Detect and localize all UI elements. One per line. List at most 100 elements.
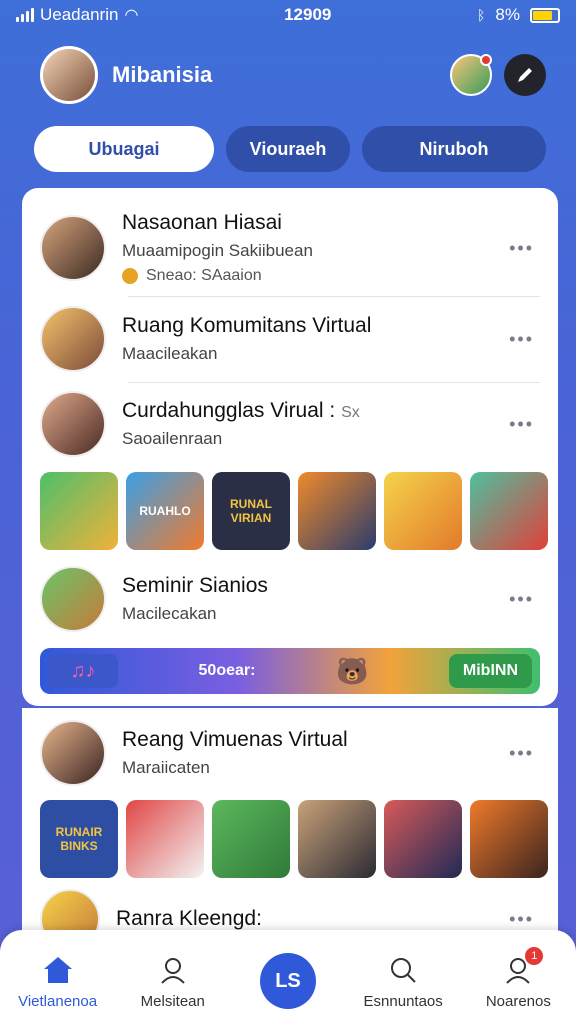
tab-first[interactable]: Ubuagai	[34, 126, 214, 172]
feed-name: Curdahungglas Virual : Sx	[122, 399, 360, 422]
feed-card: Nasaonan Hiasai Muaamipogin Sakiibuean S…	[22, 188, 558, 706]
tab-second[interactable]: Viouraeh	[226, 126, 350, 172]
feed-name: Nasaonan Hiasai	[122, 211, 282, 234]
media-tile[interactable]	[470, 472, 548, 550]
feed-name: Seminir Sianios	[122, 574, 268, 597]
pencil-icon	[518, 68, 532, 82]
media-tile[interactable]	[212, 800, 290, 878]
more-options-icon[interactable]: •••	[509, 589, 534, 610]
home-icon	[41, 953, 75, 987]
signal-icon	[16, 8, 34, 22]
feed-subtitle: Saoailenraan	[122, 429, 223, 448]
media-tile[interactable]: RUNAIR BINKS	[40, 800, 118, 878]
nav-notifications[interactable]: 1 Noarenos	[463, 946, 573, 1010]
coin-icon	[122, 267, 138, 284]
feed-subtitle: Macilecakan	[122, 604, 217, 623]
feed-text: Curdahungglas Virual : Sx Saoailenraan	[122, 399, 558, 449]
feed-item[interactable]: Ruang Komumitans Virtual Maacileakan •••	[22, 304, 558, 374]
feed-avatar	[40, 566, 106, 632]
profile-icon: 1	[501, 946, 544, 987]
tab-bar: Ubuagai Viouraeh Niruboh	[34, 126, 546, 172]
nav-members[interactable]: Melsitean	[118, 953, 228, 1010]
media-tile[interactable]: RUNAL VIRIAN	[212, 472, 290, 550]
nav-label: Esnnuntaos	[363, 992, 443, 1010]
feed-item[interactable]: Nasaonan Hiasai Muaamipogin Sakiibuean S…	[22, 208, 558, 288]
media-strip: RUNAIR BINKS	[40, 800, 558, 878]
more-options-icon[interactable]: •••	[509, 238, 534, 259]
feed-item[interactable]: Seminir Sianios Macilecakan •••	[22, 564, 558, 634]
feed-subtitle: Maraiicaten	[122, 758, 210, 777]
promo-banner[interactable]: ♫♪ 50oear: 🐻 MibINN	[40, 648, 540, 694]
status-right: ᛒ 8%	[477, 5, 560, 25]
search-icon	[386, 953, 420, 987]
media-tile[interactable]	[384, 800, 462, 878]
status-time: 12909	[284, 5, 332, 24]
media-strip: RUAHLO RUNAL VIRIAN	[40, 472, 558, 550]
battery-icon	[530, 7, 560, 23]
wifi-icon: ◠	[124, 7, 139, 24]
feed-meta-text: Sneao: SAaaion	[146, 267, 262, 284]
more-options-icon[interactable]: •••	[509, 743, 534, 764]
more-options-icon[interactable]: •••	[509, 329, 534, 350]
feed-name: Ranra Kleengd:	[116, 907, 262, 930]
media-tile-label: RUNAIR BINKS	[55, 825, 103, 853]
feed-subtitle: Muaamipogin Sakiibuean	[122, 241, 313, 260]
app-title: Mibanisia	[112, 62, 213, 87]
feed-text: Ranra Kleengd:	[116, 907, 558, 931]
nav-home[interactable]: Vietlanenoa	[3, 953, 113, 1010]
nav-search[interactable]: Esnnuntaos	[348, 953, 458, 1010]
media-tile[interactable]	[40, 472, 118, 550]
battery-percent: 8%	[495, 5, 520, 24]
music-notes-icon: ♫♪	[48, 654, 118, 688]
feed-name: Reang Vimuenas Virtual	[122, 728, 348, 751]
notification-badge: 1	[525, 946, 544, 965]
bear-icon: 🐻	[335, 655, 369, 686]
feed-name: Ruang Komumitans Virtual	[122, 314, 372, 337]
feed-avatar	[40, 306, 106, 372]
story-avatar-button[interactable]	[450, 54, 492, 96]
feed-name-extra: Sx	[341, 404, 360, 421]
feed-subtitle: Maacileakan	[122, 344, 218, 363]
media-tile[interactable]	[470, 800, 548, 878]
media-tile[interactable]: RUAHLO	[126, 472, 204, 550]
notification-dot-icon	[480, 54, 492, 66]
banner-button[interactable]: MibINN	[448, 654, 532, 688]
feed-text: Ruang Komumitans Virtual Maacileakan	[122, 314, 558, 364]
center-action-button[interactable]: LS	[259, 953, 316, 1009]
nav-label: Melsitean	[140, 992, 205, 1010]
media-tile[interactable]	[298, 472, 376, 550]
divider	[128, 382, 540, 383]
tab-third[interactable]: Niruboh	[362, 126, 546, 172]
media-tile-label: RUNAL VIRIAN	[230, 497, 272, 525]
feed-text: Seminir Sianios Macilecakan	[122, 574, 558, 624]
media-tile[interactable]	[126, 800, 204, 878]
feed-item[interactable]: Reang Vimuenas Virtual Maraiicaten •••	[22, 718, 558, 788]
profile-avatar[interactable]	[40, 46, 98, 104]
bluetooth-icon: ᛒ	[477, 7, 486, 23]
feed-name-text: Curdahungglas Virual	[122, 399, 324, 422]
feed-text: Reang Vimuenas Virtual Maraiicaten	[122, 728, 558, 778]
edit-button[interactable]	[504, 54, 546, 96]
more-options-icon[interactable]: •••	[509, 414, 534, 435]
feed-card-secondary: Reang Vimuenas Virtual Maraiicaten ••• R…	[22, 708, 558, 948]
more-options-icon[interactable]: •••	[509, 909, 534, 930]
carrier-name: Ueadanrin	[40, 5, 119, 24]
nav-label: Noarenos	[485, 992, 551, 1010]
person-icon	[156, 953, 190, 987]
feed-item[interactable]: Curdahungglas Virual : Sx Saoailenraan •…	[22, 388, 558, 460]
feed-avatar	[40, 215, 106, 281]
media-tile[interactable]	[298, 800, 376, 878]
status-left: Ueadanrin ◠	[16, 5, 138, 25]
app-header: Mibanisia	[40, 46, 546, 104]
feed-avatar	[40, 720, 106, 786]
feed-text: Nasaonan Hiasai Muaamipogin Sakiibuean S…	[122, 211, 558, 285]
media-tile-label: RUAHLO	[139, 504, 191, 518]
feed-meta: Sneao: SAaaion	[122, 267, 558, 285]
bottom-nav: Vietlanenoa Melsitean LS Esnnuntaos 1 No…	[0, 930, 576, 1024]
banner-text: 50oear:	[198, 662, 256, 679]
feed-avatar	[40, 391, 106, 457]
divider	[128, 296, 540, 297]
status-bar: Ueadanrin ◠ 12909 ᛒ 8%	[0, 0, 576, 30]
media-tile[interactable]	[384, 472, 462, 550]
nav-center[interactable]: LS	[233, 953, 343, 1009]
